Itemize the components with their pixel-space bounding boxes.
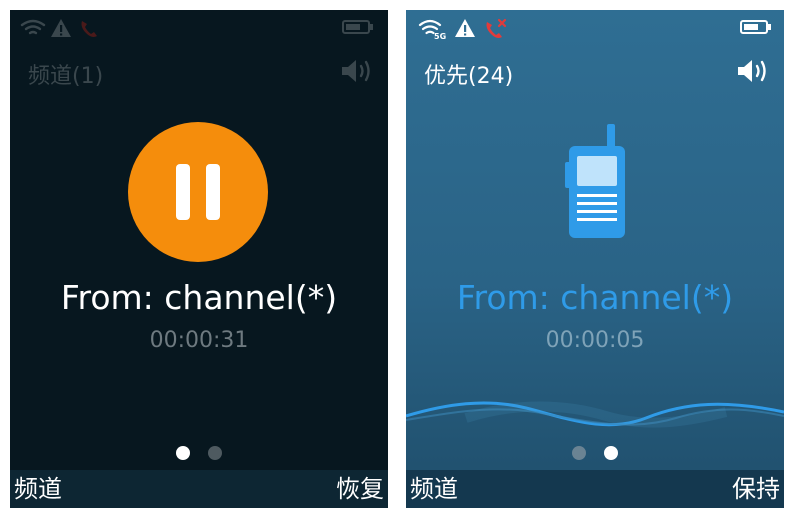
pause-icon	[176, 164, 190, 220]
pause-button[interactable]	[128, 122, 268, 262]
call-timer: 00:00:31	[149, 328, 249, 353]
softkey-channel[interactable]: 频道	[410, 469, 458, 504]
warning-icon	[455, 19, 475, 37]
channel-title: 频道(1)	[28, 64, 104, 89]
warning-icon	[51, 19, 71, 37]
left-phone-screen: 频道(1) From: channel(*) 00:00:31 频道 恢复	[10, 10, 388, 508]
softkey-bar: 频道 保持	[406, 470, 784, 508]
speaker-icon[interactable]	[736, 58, 770, 84]
wifi-5g-icon: 5G	[418, 19, 446, 40]
right-phone-screen: 5G 优先(24) From: channel(*) 00:00:05 频道 保…	[406, 10, 784, 508]
page-indicator	[10, 446, 388, 460]
page-dot	[572, 446, 586, 460]
page-indicator	[406, 446, 784, 460]
missed-call-icon	[486, 18, 507, 38]
softkey-bar: 频道 恢复	[10, 470, 388, 508]
wifi-badge: 5G	[434, 32, 446, 40]
missed-call-icon	[81, 21, 97, 37]
caller-label: From: channel(*)	[60, 278, 338, 317]
softkey-resume[interactable]: 恢复	[336, 469, 384, 504]
channel-title: 优先(24)	[424, 64, 514, 89]
page-dot-active	[176, 446, 190, 460]
walkie-talkie-icon	[565, 124, 625, 238]
speaker-icon[interactable]	[340, 58, 374, 84]
battery-icon	[342, 20, 373, 34]
page-dot-active	[604, 446, 618, 460]
call-timer: 00:00:05	[545, 328, 645, 353]
page-dot	[208, 446, 222, 460]
wifi-icon	[20, 19, 46, 35]
caller-label: From: channel(*)	[456, 278, 734, 317]
voice-wave	[406, 401, 784, 428]
status-bar	[10, 10, 388, 46]
status-bar: 5G	[406, 10, 784, 46]
softkey-hold[interactable]: 保持	[732, 469, 780, 504]
battery-icon	[740, 20, 771, 34]
softkey-channel[interactable]: 频道	[14, 469, 62, 504]
